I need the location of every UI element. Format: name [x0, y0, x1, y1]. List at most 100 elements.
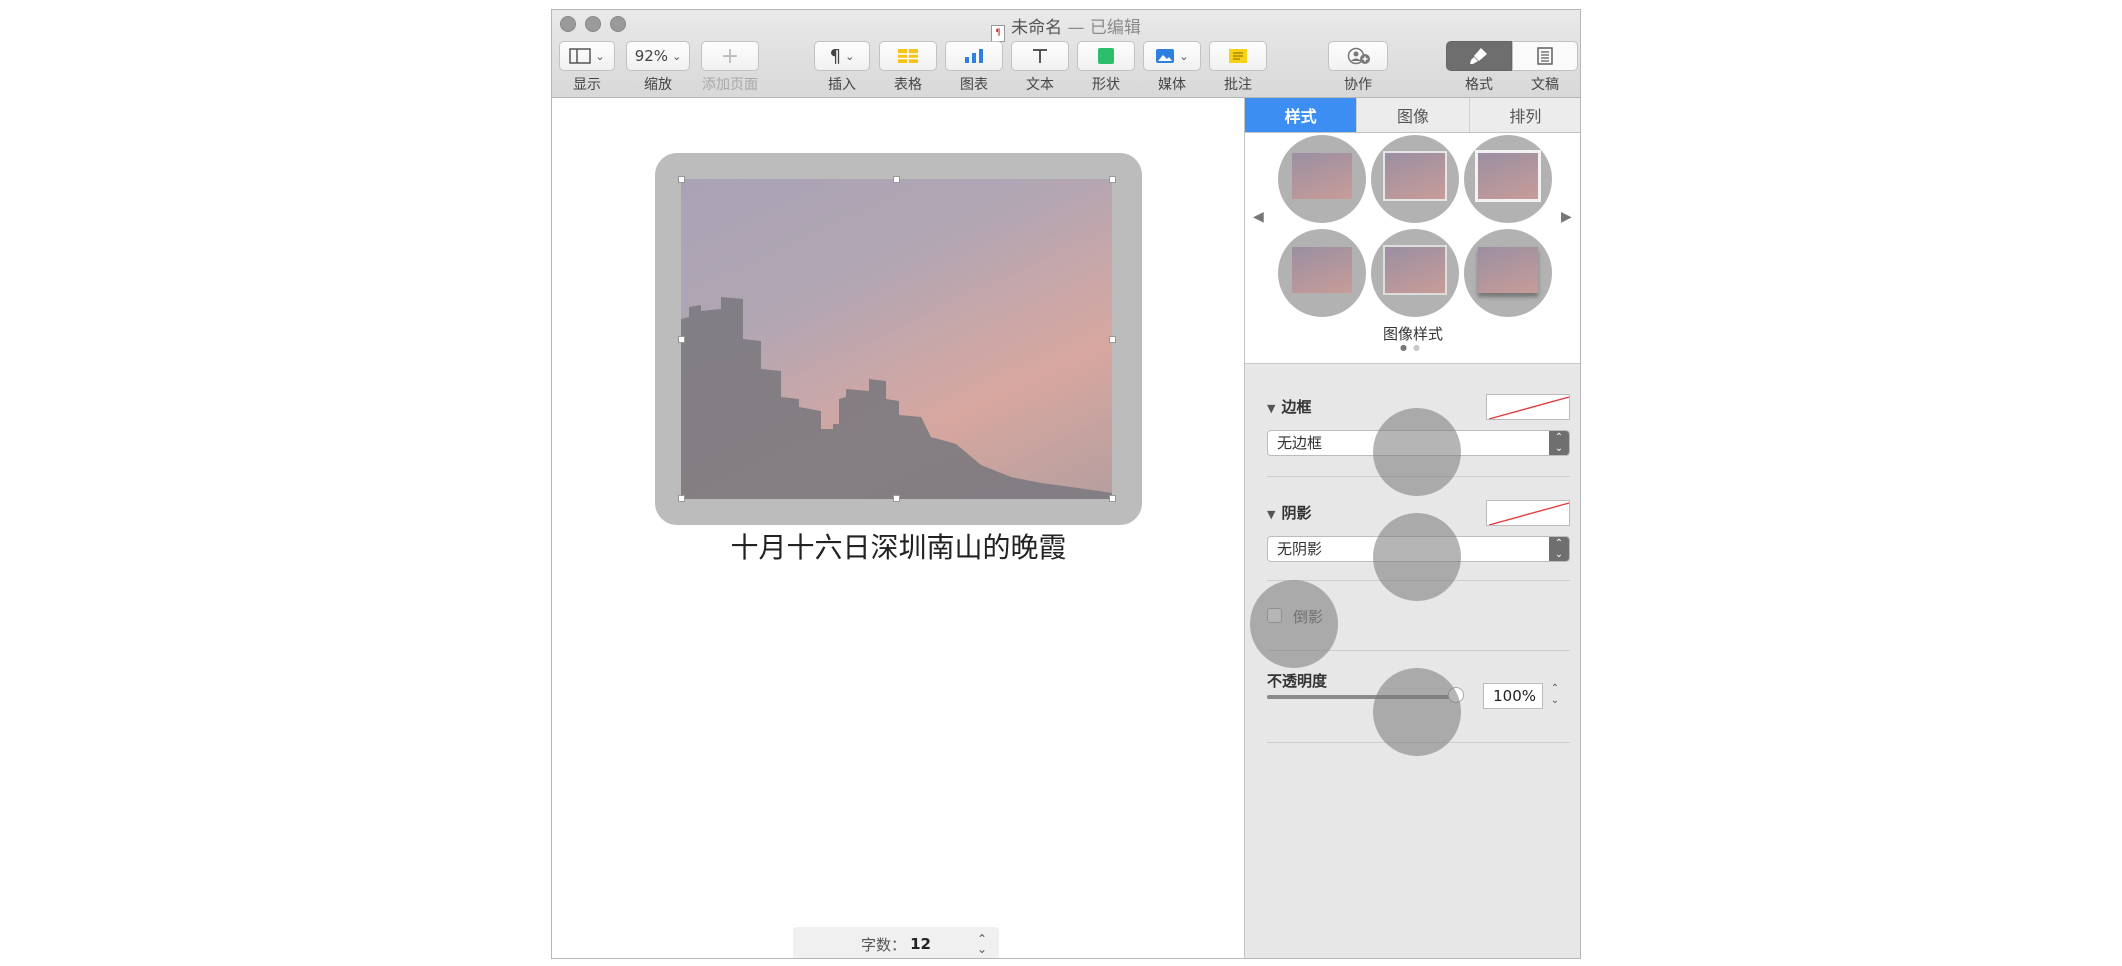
resize-handle-top-left[interactable]: [678, 176, 685, 183]
sunset-photo[interactable]: [681, 179, 1112, 499]
tab-image[interactable]: 图像: [1357, 98, 1470, 132]
image-style-swatch[interactable]: [1371, 135, 1459, 223]
page-dots[interactable]: ●●: [1245, 343, 1580, 352]
chevron-down-icon: ⌄: [845, 49, 855, 63]
shadow-section-title[interactable]: ▼ 阴影: [1267, 502, 1311, 523]
shadow-color-well[interactable]: [1486, 500, 1570, 526]
image-style-swatch[interactable]: [1371, 229, 1459, 317]
style-preview-image: [1292, 153, 1352, 199]
view-label: 显示: [573, 77, 601, 93]
image-frame[interactable]: [655, 153, 1142, 525]
bar-chart-icon: [965, 49, 983, 63]
chart-button[interactable]: [945, 41, 1003, 71]
shadow-style-value: 无阴影: [1277, 540, 1323, 558]
resize-handle-left[interactable]: [678, 336, 685, 343]
format-document-segment: [1446, 41, 1578, 71]
paintbrush-icon: [1470, 48, 1487, 64]
zoom-select[interactable]: 92% ⌄: [626, 41, 690, 71]
previous-page-icon[interactable]: ◀: [1253, 209, 1264, 225]
word-count-label: 字数：: [861, 935, 907, 954]
image-styles-panel: ◀ ▶ 图像样式 ●●: [1245, 133, 1580, 364]
text-button[interactable]: [1011, 41, 1069, 71]
inspector-tabs: 样式 图像 排列: [1245, 98, 1580, 133]
pages-window: ¶未命名 — 已编辑 ⌄ 显示 92% ⌄ 缩放 + 添加页面 ¶ ⌄ 插入: [551, 9, 1581, 959]
touch-indicator: [1373, 408, 1461, 496]
resize-handle-bottom[interactable]: [893, 495, 900, 502]
image-style-swatch[interactable]: [1278, 135, 1366, 223]
document-button[interactable]: [1512, 41, 1578, 71]
touch-indicator: [1250, 580, 1338, 668]
word-count-bar[interactable]: 字数： 12 ⌃ ⌄: [793, 927, 999, 958]
updown-arrows-icon: ⌃ ⌄: [1549, 537, 1569, 561]
plus-icon: +: [720, 43, 740, 69]
table-icon: [898, 49, 918, 63]
no-color-slash-icon: [1488, 502, 1569, 525]
resize-handle-bottom-right[interactable]: [1109, 495, 1116, 502]
shadow-title: 阴影: [1281, 504, 1312, 522]
chevron-down-icon: ⌄: [595, 49, 605, 63]
image-style-swatch[interactable]: [1464, 135, 1552, 223]
style-preview-image: [1292, 247, 1352, 293]
window-title: ¶ 未命名 — 已编辑: [552, 13, 1580, 42]
style-preview-image: [1475, 150, 1541, 202]
word-count-value: 12: [910, 935, 931, 953]
disclosure-triangle-icon: ▼: [1267, 508, 1276, 521]
shape-button[interactable]: [1077, 41, 1135, 71]
border-title: 边框: [1281, 398, 1312, 416]
collaborate-label: 协作: [1344, 77, 1372, 93]
comment-note-icon: [1229, 49, 1247, 63]
shape-square-icon: [1098, 48, 1114, 64]
updown-arrows-icon: ⌃ ⌄: [1549, 431, 1569, 455]
chevron-down-icon: ⌄: [1179, 49, 1189, 63]
collaborate-button[interactable]: [1328, 41, 1388, 71]
border-section-title[interactable]: ▼ 边框: [1267, 396, 1311, 417]
image-style-swatch[interactable]: [1464, 229, 1552, 317]
add-page-label: 添加页面: [702, 77, 758, 93]
document-name: 未命名: [1011, 18, 1063, 38]
table-button[interactable]: [879, 41, 937, 71]
document-label: 文稿: [1531, 77, 1559, 93]
text-box-icon: [1033, 49, 1047, 63]
tab-arrange[interactable]: 排列: [1470, 98, 1580, 132]
insert-button[interactable]: ¶ ⌄: [814, 41, 870, 71]
touch-indicator: [1373, 513, 1461, 601]
edited-status: — 已编辑: [1067, 18, 1141, 38]
sidebar-layout-icon: [569, 48, 592, 64]
add-page-button[interactable]: +: [701, 41, 759, 71]
style-preview-image: [1478, 247, 1538, 293]
toolbar: ¶未命名 — 已编辑 ⌄ 显示 92% ⌄ 缩放 + 添加页面 ¶ ⌄ 插入: [552, 10, 1580, 98]
opacity-title: 不透明度: [1267, 672, 1328, 690]
document-icon: ¶: [991, 25, 1006, 42]
resize-handle-bottom-left[interactable]: [678, 495, 685, 502]
opacity-input[interactable]: 100%: [1483, 683, 1543, 709]
resize-handle-top[interactable]: [893, 176, 900, 183]
paragraph-icon: ¶: [829, 45, 842, 67]
no-color-slash-icon: [1488, 396, 1569, 419]
touch-indicator: [1373, 668, 1461, 756]
border-style-value: 无边框: [1277, 434, 1323, 452]
border-color-well[interactable]: [1486, 394, 1570, 420]
image-caption[interactable]: 十月十六日深圳南山的晚霞: [655, 526, 1142, 566]
opacity-stepper-icon[interactable]: ⌃ ⌄: [1548, 683, 1562, 709]
style-preview-image: [1383, 151, 1447, 201]
comment-label: 批注: [1224, 77, 1252, 93]
tab-style[interactable]: 样式: [1245, 98, 1358, 132]
comment-button[interactable]: [1209, 41, 1267, 71]
resize-handle-top-right[interactable]: [1109, 176, 1116, 183]
zoom-label: 缩放: [644, 77, 672, 93]
media-button[interactable]: ⌄: [1143, 41, 1201, 71]
zoom-value: 92%: [634, 47, 669, 65]
resize-handle-right[interactable]: [1109, 336, 1116, 343]
stepper-arrows-icon[interactable]: ⌃ ⌄: [977, 933, 987, 955]
format-button[interactable]: [1446, 41, 1512, 71]
disclosure-triangle-icon: ▼: [1267, 402, 1276, 415]
chevron-down-icon: ⌄: [672, 49, 682, 63]
document-canvas[interactable]: 十月十六日深圳南山的晚霞 字数： 12 ⌃ ⌄: [552, 98, 1243, 958]
document-lines-icon: [1537, 47, 1553, 65]
photo-icon: [1156, 49, 1175, 63]
next-page-icon[interactable]: ▶: [1561, 209, 1572, 225]
image-styles-label: 图像样式: [1382, 325, 1443, 343]
view-button[interactable]: ⌄: [559, 41, 615, 71]
city-skyline-silhouette: [681, 297, 1112, 499]
image-style-swatch[interactable]: [1278, 229, 1366, 317]
